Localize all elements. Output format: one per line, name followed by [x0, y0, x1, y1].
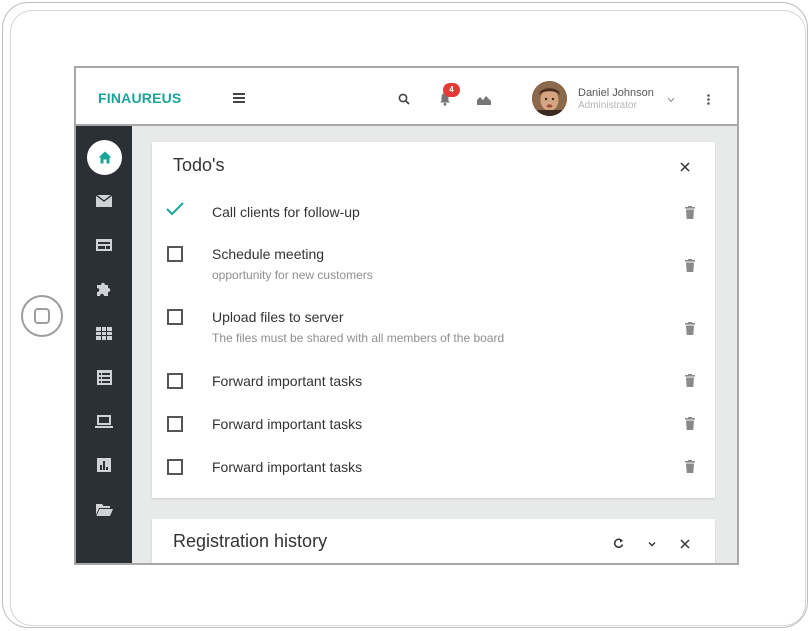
todo-item-title: Forward important tasks [212, 416, 363, 432]
bar-chart-icon [97, 458, 111, 472]
todo-item: Forward important tasks [152, 456, 715, 480]
todo-item-title: Forward important tasks [212, 459, 363, 475]
registration-history-card: Registration history [152, 519, 715, 563]
notification-count-badge: 4 [443, 83, 460, 97]
user-role: Administrator [578, 100, 637, 111]
trash-icon[interactable] [685, 206, 695, 220]
app-screen: FINAUREUS 4 Daniel Johnson Administrator [74, 66, 739, 565]
user-name[interactable]: Daniel Johnson [578, 87, 654, 99]
more-vertical-icon[interactable] [706, 92, 710, 106]
sidebar-item-reports[interactable] [76, 447, 132, 483]
top-bar: FINAUREUS 4 Daniel Johnson Administrator [76, 68, 737, 126]
todo-checkbox[interactable] [167, 246, 183, 262]
refresh-icon[interactable] [613, 536, 625, 548]
folder-icon [95, 503, 113, 516]
home-icon [98, 151, 111, 164]
todo-item-title: Call clients for follow-up [212, 204, 360, 220]
table-icon [96, 326, 112, 340]
trash-icon[interactable] [685, 460, 695, 474]
todo-item: Forward important tasks [152, 370, 715, 394]
mail-icon [96, 195, 112, 207]
chevron-down-icon[interactable] [666, 96, 676, 104]
sidebar-item-tables[interactable] [76, 315, 132, 351]
todo-checkbox[interactable] [167, 416, 183, 432]
todo-item-title: Upload files to server [212, 309, 344, 325]
home-hardware-button[interactable] [21, 295, 63, 337]
sidebar-item-extensions[interactable] [76, 271, 132, 307]
chevron-down-icon[interactable] [647, 536, 659, 548]
sidebar-item-list[interactable] [76, 359, 132, 395]
user-avatar[interactable] [532, 81, 567, 116]
sidebar-item-files[interactable] [76, 491, 132, 527]
hamburger-menu-icon[interactable] [232, 92, 246, 104]
todo-item-subtitle: The files must be shared with all member… [212, 331, 505, 345]
search-icon[interactable] [397, 92, 411, 106]
todo-card: Todo's Call clients for follow-up Schedu… [152, 142, 715, 498]
todo-checkbox[interactable] [167, 309, 183, 325]
todo-item: Upload files to server The files must be… [152, 306, 715, 350]
puzzle-icon [97, 282, 111, 296]
area-chart-icon[interactable] [476, 92, 492, 106]
todo-item: Schedule meeting opportunity for new cus… [152, 242, 715, 286]
todo-item: Call clients for follow-up [152, 198, 715, 228]
registration-card-title: Registration history [173, 531, 328, 551]
todo-item: Forward important tasks [152, 413, 715, 437]
todo-card-title: Todo's [173, 155, 225, 175]
todo-checkbox[interactable] [167, 459, 183, 475]
brand-logo[interactable]: FINAUREUS [98, 90, 181, 106]
todo-item-subtitle: opportunity for new customers [212, 268, 373, 282]
sidebar-item-card[interactable] [76, 227, 132, 263]
list-icon [96, 369, 112, 385]
close-icon[interactable] [680, 159, 692, 172]
todo-checkbox[interactable] [167, 373, 183, 389]
trash-icon[interactable] [685, 259, 695, 273]
trash-icon[interactable] [685, 322, 695, 336]
sidebar [76, 126, 132, 563]
laptop-icon [95, 414, 113, 428]
sidebar-item-home[interactable] [87, 140, 122, 175]
checkmark-icon[interactable] [165, 201, 185, 217]
trash-icon[interactable] [685, 417, 695, 431]
todo-item-title: Schedule meeting [212, 246, 325, 262]
trash-icon[interactable] [685, 374, 695, 388]
sidebar-item-mail[interactable] [76, 183, 132, 219]
card-icon [96, 239, 112, 251]
close-icon[interactable] [680, 536, 692, 549]
todo-item-title: Forward important tasks [212, 373, 363, 389]
sidebar-item-devices[interactable] [76, 403, 132, 439]
home-button-icon [34, 308, 50, 324]
